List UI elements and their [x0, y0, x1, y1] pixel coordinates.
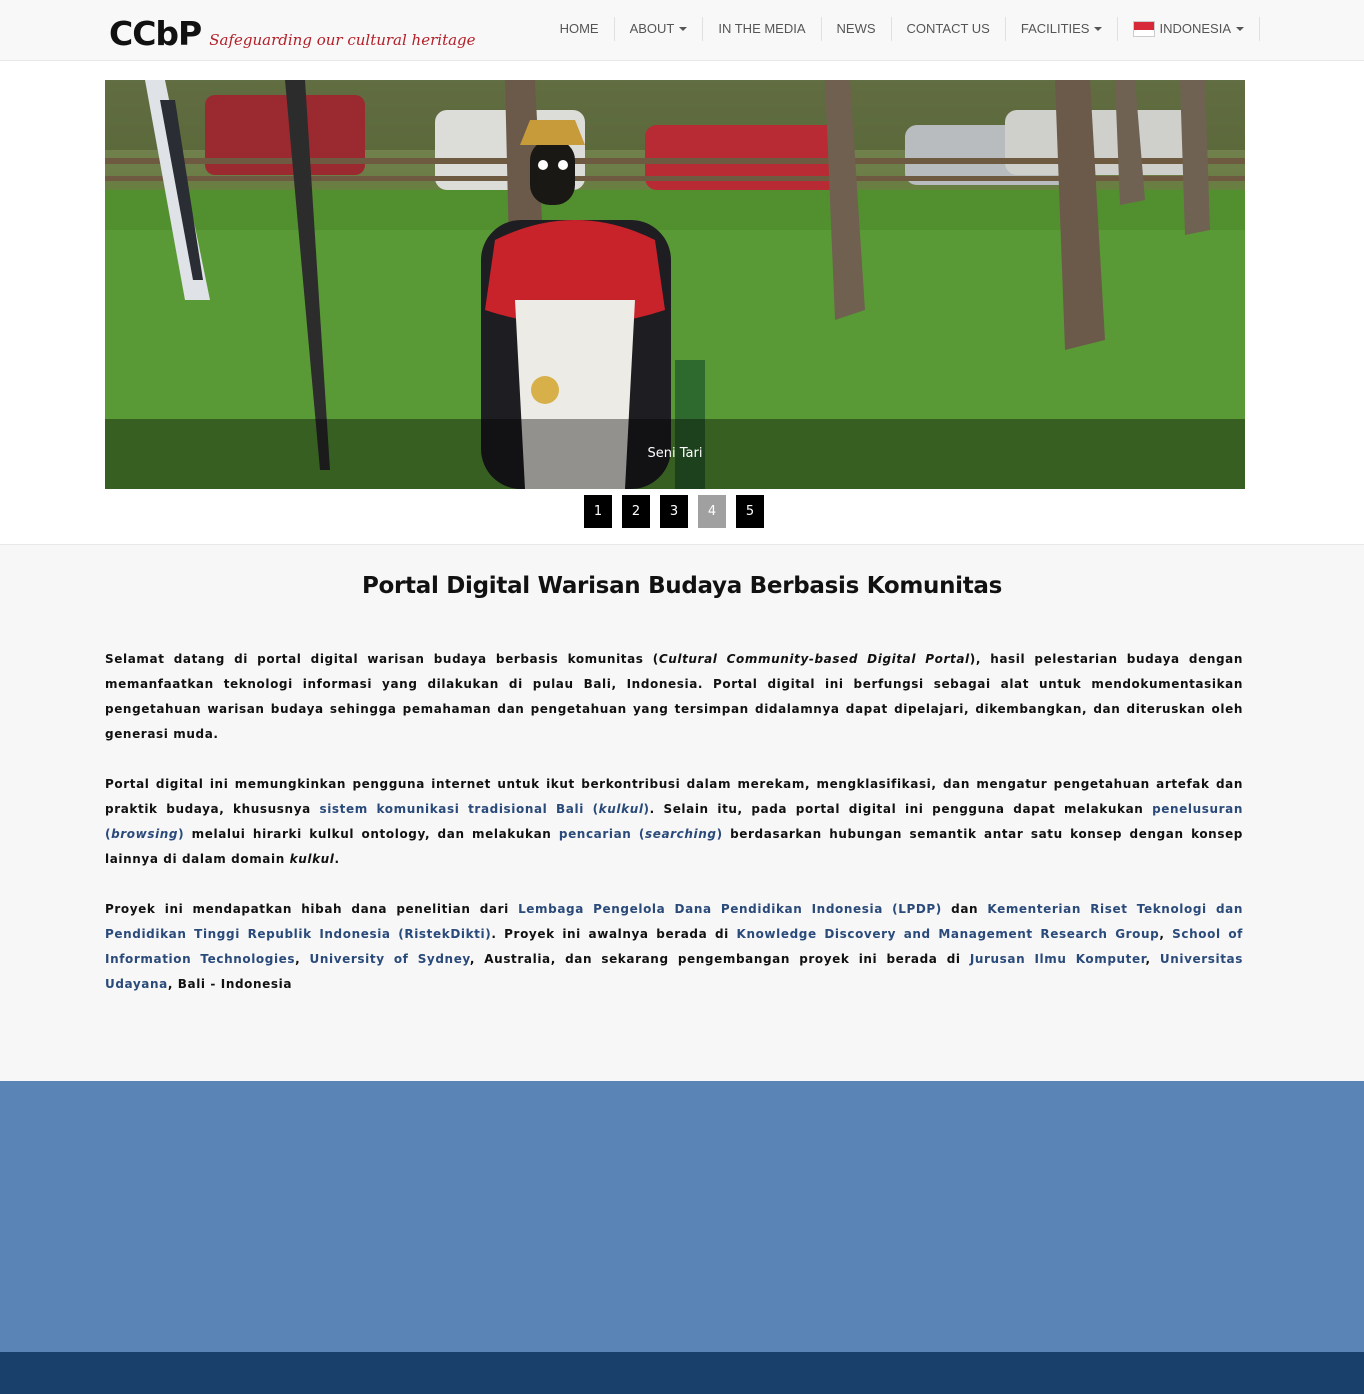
nav-news-label: NEWS — [836, 21, 876, 36]
carousel-page-1[interactable]: 1 — [584, 495, 612, 528]
text: . Selain itu, pada portal digital ini pe… — [649, 802, 1153, 816]
nav-in-the-media[interactable]: IN THE MEDIA — [703, 17, 822, 41]
nav-home[interactable]: HOME — [545, 17, 615, 41]
nav-facilities[interactable]: FACILITIES — [1006, 17, 1119, 41]
footer-bottom — [0, 1352, 1364, 1394]
nav-language-select[interactable]: INDONESIA — [1118, 17, 1260, 41]
carousel-pagination: 1 2 3 4 5 — [584, 495, 764, 528]
intro-paragraph-2: Portal digital ini memungkinkan pengguna… — [105, 772, 1243, 872]
brand-logo[interactable]: CCbP Safeguarding our cultural heritage — [109, 14, 476, 53]
text: , — [1159, 927, 1173, 941]
intro-paragraph-1: Selamat datang di portal digital warisan… — [105, 647, 1243, 747]
caret-down-icon — [679, 27, 688, 31]
text-emphasis: Cultural Community-based Digital Portal — [658, 652, 970, 666]
text: melalui hirarki kulkul ontology, dan mel… — [184, 827, 559, 841]
carousel-page-4[interactable]: 4 — [698, 495, 726, 528]
caret-down-icon — [1236, 27, 1244, 31]
nav-about[interactable]: ABOUT — [615, 17, 704, 41]
text: Proyek ini mendapatkan hibah dana peneli… — [105, 902, 519, 916]
text-emphasis: kulkul — [289, 852, 335, 866]
carousel-page-2[interactable]: 2 — [622, 495, 650, 528]
slide-caption: Seni Tari — [647, 446, 703, 461]
navbar: CCbP Safeguarding our cultural heritage … — [0, 0, 1364, 61]
main-section: Portal Digital Warisan Budaya Berbasis K… — [0, 544, 1364, 1081]
text: , — [295, 952, 310, 966]
intro-paragraph-3: Proyek ini mendapatkan hibah dana peneli… — [105, 897, 1243, 997]
nav-about-label: ABOUT — [629, 21, 675, 36]
nav-media-label: IN THE MEDIA — [718, 21, 806, 36]
text: . — [334, 852, 340, 866]
text: Selamat datang di portal digital warisan… — [105, 652, 659, 666]
text: dan — [941, 902, 988, 916]
hero-carousel[interactable]: Seni Tari — [105, 80, 1245, 489]
link-text-emphasis: browsing — [111, 827, 179, 841]
nav-facilities-label: FACILITIES — [1020, 21, 1090, 36]
footer-top — [0, 1081, 1364, 1352]
link-text-emphasis: searching — [644, 827, 717, 841]
intro-content: Selamat datang di portal digital warisan… — [105, 647, 1243, 1022]
nav-contact-us[interactable]: CONTACT US — [892, 17, 1006, 41]
link-text: sistem komunikasi tradisional Bali ( — [319, 802, 599, 816]
nav-language-label: INDONESIA — [1159, 21, 1231, 36]
brand-name: CCbP — [109, 14, 202, 53]
nav-home-label: HOME — [559, 21, 599, 36]
text: , — [1145, 952, 1160, 966]
link-jurusan-ilmu-komputer[interactable]: Jurusan Ilmu Komputer — [970, 952, 1146, 966]
nav-contact-label: CONTACT US — [906, 21, 990, 36]
brand-tagline: Safeguarding our cultural heritage — [209, 31, 476, 49]
caret-down-icon — [1094, 27, 1103, 31]
indonesia-flag-icon — [1133, 21, 1156, 37]
text: , Australia, dan sekarang pengembangan p… — [469, 952, 970, 966]
nav-news[interactable]: NEWS — [822, 17, 892, 41]
main-nav: HOME ABOUT IN THE MEDIA NEWS CONTACT US … — [545, 16, 1260, 42]
link-text: pencarian ( — [558, 827, 645, 841]
link-lpdp[interactable]: Lembaga Pengelola Dana Pendidikan Indone… — [518, 902, 942, 916]
link-kdm-research-group[interactable]: Knowledge Discovery and Management Resea… — [737, 927, 1160, 941]
text: . Proyek ini awalnya berada di — [491, 927, 737, 941]
carousel-page-5[interactable]: 5 — [736, 495, 764, 528]
link-text-emphasis: kulkul — [598, 802, 644, 816]
text: , Bali - Indonesia — [167, 977, 293, 991]
page-title: Portal Digital Warisan Budaya Berbasis K… — [361, 573, 1003, 599]
link-university-sydney[interactable]: University of Sydney — [310, 952, 470, 966]
carousel-page-3[interactable]: 3 — [660, 495, 688, 528]
link-searching[interactable]: pencarian (searching) — [559, 827, 723, 841]
link-kulkul-system[interactable]: sistem komunikasi tradisional Bali (kulk… — [319, 802, 649, 816]
